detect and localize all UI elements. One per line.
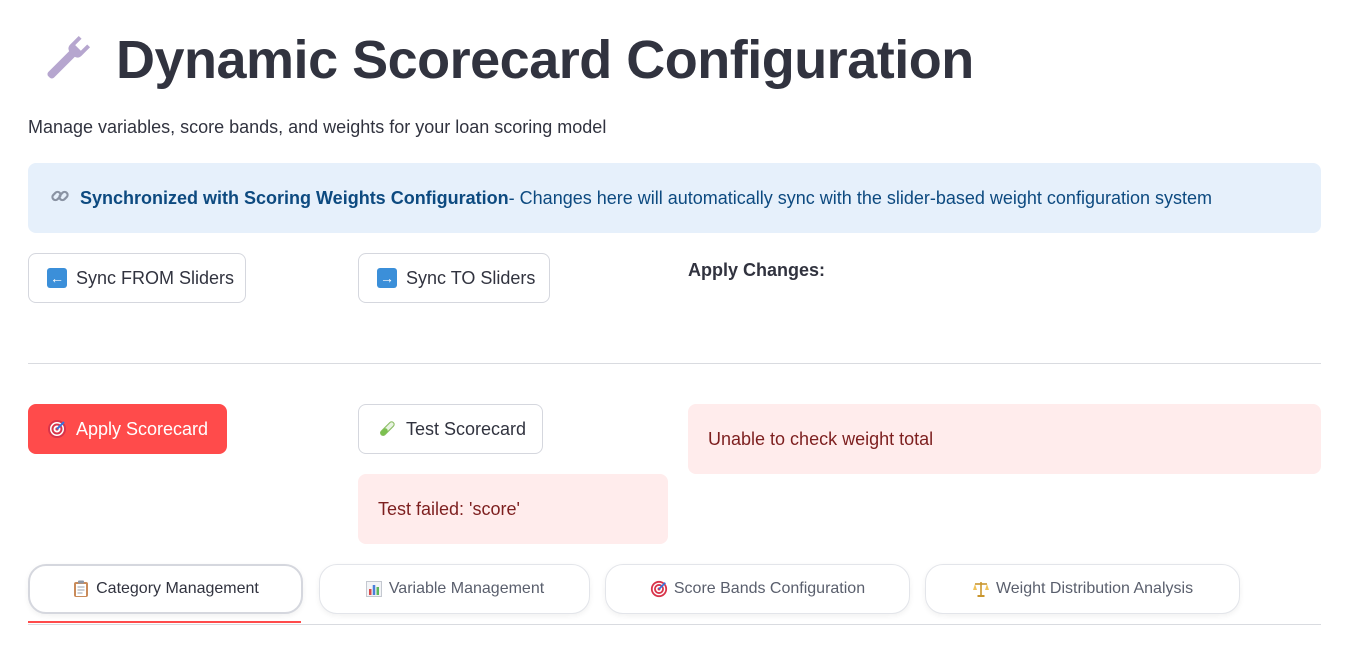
test-failed-alert: Test failed: 'score' (358, 474, 668, 544)
page-subtitle: Manage variables, score bands, and weigh… (28, 117, 607, 137)
scales-icon (972, 580, 990, 598)
apply-changes-label: Apply Changes: (688, 260, 826, 280)
tab-category-management[interactable]: Category Management (28, 564, 303, 614)
sync-to-label: Sync TO Sliders (406, 267, 536, 288)
page-title: Dynamic Scorecard Configuration (116, 30, 974, 90)
test-tube-icon (377, 419, 397, 439)
weight-check-text: Unable to check weight total (708, 428, 934, 449)
test-failed-text: Test failed: 'score' (378, 498, 520, 519)
link-icon (50, 186, 72, 211)
sync-from-sliders-button[interactable]: ← Sync FROM Sliders (28, 253, 246, 303)
tab-variable-management[interactable]: Variable Management (319, 564, 590, 614)
target-icon (47, 419, 67, 439)
active-tab-indicator (28, 621, 301, 623)
clipboard-icon (72, 580, 90, 598)
page-header: Dynamic Scorecard Configuration (36, 28, 974, 92)
tab-baseline (28, 624, 1321, 625)
weight-check-alert: Unable to check weight total (688, 404, 1321, 474)
sync-from-label: Sync FROM Sliders (76, 267, 235, 288)
test-scorecard-button[interactable]: Test Scorecard (358, 404, 543, 454)
sync-to-sliders-button[interactable]: → Sync TO Sliders (358, 253, 550, 303)
apply-scorecard-button[interactable]: Apply Scorecard (28, 404, 227, 454)
tab-variable-management-label: Variable Management (388, 580, 545, 597)
divider (28, 363, 1321, 364)
sync-info-title: Synchronized with Scoring Weights Config… (80, 187, 509, 208)
sync-info-text: - Changes here will automatically sync w… (508, 187, 1212, 208)
left-arrow-icon: ← (47, 268, 67, 288)
tab-score-bands-configuration[interactable]: Score Bands Configuration (605, 564, 910, 614)
tab-score-bands-label: Score Bands Configuration (673, 580, 866, 597)
sync-info-banner: Synchronized with Scoring Weights Config… (28, 163, 1321, 233)
tab-weight-distribution-label: Weight Distribution Analysis (995, 580, 1194, 597)
right-arrow-icon: → (377, 268, 397, 288)
apply-scorecard-label: Apply Scorecard (76, 418, 209, 439)
wrench-icon (36, 30, 96, 90)
tab-category-management-label: Category Management (96, 580, 259, 597)
target-icon (650, 580, 668, 598)
tab-weight-distribution-analysis[interactable]: Weight Distribution Analysis (925, 564, 1240, 614)
bar-chart-icon (365, 580, 383, 598)
test-scorecard-label: Test Scorecard (406, 418, 527, 439)
